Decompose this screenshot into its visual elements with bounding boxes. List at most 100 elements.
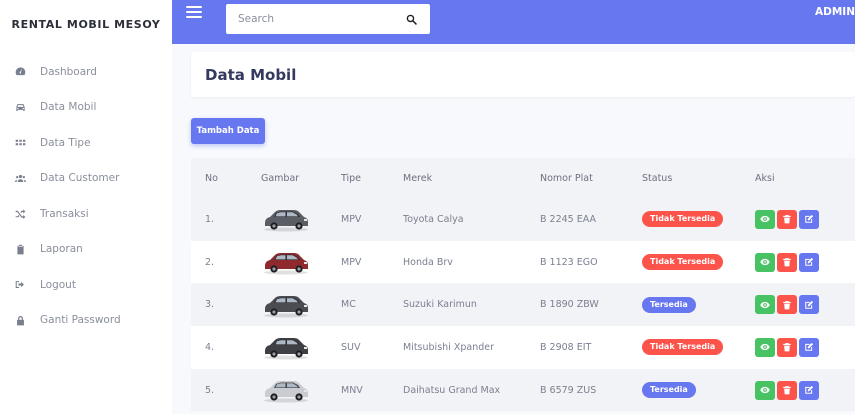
trash-icon: [783, 215, 791, 224]
cell-gambar: [251, 326, 341, 369]
cell-status: Tidak Tersedia: [642, 241, 749, 284]
cell-no: 5.: [205, 384, 215, 396]
eye-icon: [760, 301, 770, 308]
sidebar-item-dashboard[interactable]: Dashboard: [0, 54, 172, 90]
edit-button[interactable]: [799, 252, 819, 272]
column-header-merek[interactable]: Merek: [403, 158, 540, 198]
grid-icon: [12, 137, 28, 148]
search-input[interactable]: [226, 5, 396, 33]
cell-no: 4.: [205, 341, 215, 353]
delete-button[interactable]: [777, 295, 797, 315]
view-button[interactable]: [755, 209, 775, 229]
status-badge: Tidak Tersedia: [642, 339, 724, 356]
cell-tipe: MPV: [341, 213, 362, 225]
table-header-row: No Gambar Tipe Merek Nomor Plat Status A…: [191, 158, 855, 198]
eye-icon: [760, 258, 770, 266]
eye-icon: [760, 344, 770, 351]
column-header-no[interactable]: No: [191, 158, 251, 198]
brand-title[interactable]: RENTAL MOBIL MESOY: [0, 18, 172, 31]
sidebar-item-label: Data Tipe: [40, 136, 91, 149]
cell-nomor-plat: B 2245 EAA: [540, 213, 596, 225]
edit-icon: [805, 215, 814, 224]
user-menu[interactable]: ADMIN: [815, 6, 855, 18]
view-button[interactable]: [755, 295, 775, 315]
sidebar-item-label: Data Mobil: [40, 101, 97, 114]
view-button[interactable]: [755, 252, 775, 272]
sidebar-item-label: Logout: [40, 278, 76, 291]
column-header-status[interactable]: Status: [642, 158, 749, 198]
edit-icon: [805, 343, 814, 352]
add-data-button[interactable]: Tambah Data: [191, 118, 265, 144]
cell-gambar: [251, 198, 341, 241]
delete-button[interactable]: [777, 252, 797, 272]
car-table: No Gambar Tipe Merek Nomor Plat Status A…: [191, 158, 855, 412]
cell-gambar: [251, 283, 341, 326]
cell-merek: Daihatsu Grand Max: [403, 384, 501, 396]
car-image: [264, 253, 308, 275]
cell-merek: Toyota Calya: [403, 213, 464, 225]
trash-icon: [783, 300, 791, 310]
cell-status: Tidak Tersedia: [642, 326, 749, 369]
delete-button[interactable]: [777, 209, 797, 229]
trash-icon: [783, 257, 791, 267]
sidebar-item-laporan[interactable]: Laporan: [0, 232, 172, 268]
search-box: [226, 4, 430, 34]
cell-status: Tersedia: [642, 369, 749, 412]
row-actions: [755, 380, 855, 400]
logout-icon: [12, 279, 28, 290]
car-icon: [12, 102, 28, 113]
search-icon[interactable]: [396, 4, 426, 34]
car-image: [264, 295, 308, 318]
cell-tipe: SUV: [341, 341, 361, 353]
clipboard-icon: [12, 244, 28, 255]
view-button[interactable]: [755, 380, 775, 400]
cell-no: 1.: [205, 213, 215, 225]
edit-button[interactable]: [799, 337, 819, 357]
sidebar-item-label: Transaksi: [40, 207, 89, 220]
table-row: 3. MC Suzuki Karimun B 1890 ZBW Tersedia: [191, 283, 855, 327]
sidebar-item-transaksi[interactable]: Transaksi: [0, 196, 172, 232]
table-row: 5. MNV Daihatsu Grand Max B 6579 ZUS Tersedi…: [191, 368, 855, 412]
sidebar-item-logout[interactable]: Logout: [0, 267, 172, 303]
cell-aksi: [749, 369, 855, 412]
cell-aksi: [749, 283, 855, 326]
cell-merek: Honda Brv: [403, 256, 453, 268]
sidebar-item-data-mobil[interactable]: Data Mobil: [0, 90, 172, 126]
sidebar-nav: Dashboard Data Mobil Data Tipe Data Cust…: [0, 54, 172, 338]
row-actions: [755, 252, 855, 272]
table-row: 1. MPV Toyota Calya B 2245 EAA Tidak Tersedi…: [191, 198, 855, 241]
column-header-tipe[interactable]: Tipe: [341, 158, 403, 198]
edit-button[interactable]: [799, 295, 819, 315]
sidebar-item-data-tipe[interactable]: Data Tipe: [0, 125, 172, 161]
status-badge: Tersedia: [642, 382, 696, 399]
car-image: [264, 381, 308, 403]
edit-button[interactable]: [799, 209, 819, 229]
column-header-gambar[interactable]: Gambar: [251, 158, 341, 198]
cell-aksi: [749, 198, 855, 241]
column-header-nomor-plat[interactable]: Nomor Plat: [540, 158, 642, 198]
cell-merek: Mitsubishi Xpander: [403, 341, 494, 353]
view-button[interactable]: [755, 337, 775, 357]
status-badge: Tersedia: [642, 296, 696, 313]
menu-toggle-icon[interactable]: [186, 6, 202, 20]
cell-aksi: [749, 241, 855, 284]
delete-button[interactable]: [777, 337, 797, 357]
sidebar-item-data-customer[interactable]: Data Customer: [0, 161, 172, 197]
eye-icon: [760, 386, 770, 394]
cell-no: 2.: [205, 256, 215, 268]
sidebar-item-label: Data Customer: [40, 172, 120, 185]
users-icon: [12, 173, 28, 184]
cell-status: Tersedia: [642, 283, 749, 326]
status-badge: Tidak Tersedia: [642, 211, 724, 228]
row-actions: [755, 209, 855, 229]
table-row: 2. MPV Honda Brv B 1123 EGO Tidak Tersedia: [191, 240, 855, 284]
edit-button[interactable]: [799, 380, 819, 400]
lock-icon: [12, 315, 28, 326]
cell-nomor-plat: B 1123 EGO: [540, 256, 598, 268]
cell-tipe: MC: [341, 299, 356, 311]
delete-button[interactable]: [777, 380, 797, 400]
cell-nomor-plat: B 2908 EIT: [540, 341, 592, 353]
sidebar-item-label: Dashboard: [40, 65, 97, 78]
table-row: 4. SUV Mitsubishi Xpander B 2908 EIT Tidak T…: [191, 326, 855, 369]
sidebar-item-ganti-password[interactable]: Ganti Password: [0, 303, 172, 339]
